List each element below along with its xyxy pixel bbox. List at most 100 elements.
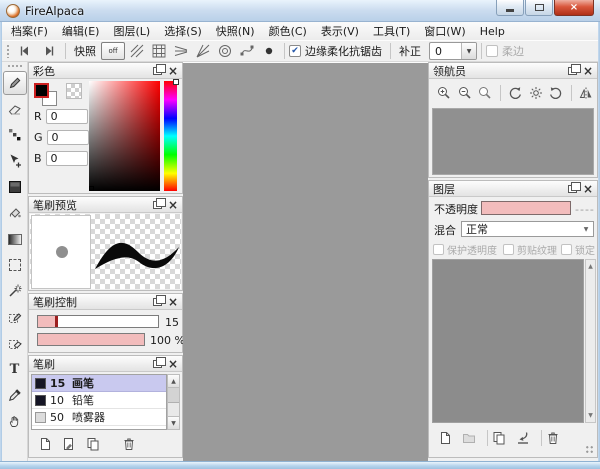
gradient-tool[interactable] — [3, 227, 27, 251]
reset-rotation-button[interactable] — [525, 83, 546, 103]
maximize-button[interactable] — [525, 0, 553, 16]
float-panel-icon[interactable] — [153, 360, 162, 368]
fill-tool[interactable] — [3, 175, 27, 199]
add-folder-button[interactable] — [459, 429, 479, 447]
close-panel-icon[interactable]: × — [168, 65, 178, 77]
delete-brush-button[interactable] — [119, 435, 139, 453]
prev-snapshot-button[interactable] — [13, 42, 37, 60]
next-snapshot-button[interactable] — [37, 42, 61, 60]
scroll-down-icon[interactable]: ▼ — [168, 416, 179, 429]
menu-help[interactable]: Help — [473, 23, 512, 40]
brush-tool[interactable] — [3, 71, 27, 95]
layer-list-scrollbar[interactable]: ▲ ▼ — [585, 259, 596, 423]
menu-edit[interactable]: 编辑(E) — [55, 21, 107, 41]
eraser-tool[interactable] — [3, 97, 27, 121]
menu-file[interactable]: 档案(F) — [4, 21, 55, 41]
snap-vanish-button[interactable] — [171, 42, 191, 60]
snap-circle-button[interactable] — [215, 42, 235, 60]
correction-dropdown[interactable]: 0 ▼ — [429, 42, 477, 60]
clipping-checkbox[interactable] — [503, 244, 514, 255]
snap-radial-button[interactable] — [193, 42, 213, 60]
brush-row-penwuqi[interactable]: 50 喷雾器 — [32, 409, 166, 426]
close-panel-icon[interactable]: × — [583, 65, 593, 77]
saturation-value-picker[interactable] — [89, 81, 160, 191]
close-panel-icon[interactable]: × — [168, 199, 178, 211]
r-input[interactable]: 0 — [46, 109, 88, 124]
brush-row-partial[interactable] — [32, 426, 166, 430]
scroll-up-icon[interactable]: ▲ — [586, 263, 595, 270]
layer-opacity-slider[interactable] — [481, 201, 571, 215]
close-panel-icon[interactable]: × — [168, 358, 178, 370]
layer-list[interactable] — [432, 259, 584, 423]
delete-layer-button[interactable] — [543, 429, 563, 447]
antialias-checkbox[interactable]: ✔ — [289, 45, 301, 57]
rotate-right-button[interactable] — [546, 83, 567, 103]
edit-brush-button[interactable] — [59, 435, 79, 453]
move-tool[interactable] — [3, 149, 27, 173]
menu-view[interactable]: 表示(V) — [314, 21, 366, 41]
float-panel-icon[interactable] — [153, 201, 162, 209]
select-eraser-tool[interactable] — [3, 331, 27, 355]
zoom-out-button[interactable] — [455, 83, 476, 103]
snap-curve-button[interactable] — [237, 42, 257, 60]
close-panel-icon[interactable]: × — [583, 183, 593, 195]
blend-mode-dropdown[interactable]: 正常 ▼ — [461, 221, 594, 237]
toolstrip-grip[interactable] — [7, 64, 23, 68]
toolbar-grip[interactable] — [6, 44, 10, 58]
brush-list-scrollbar[interactable]: ▲ ▼ — [167, 374, 180, 430]
clipping-option[interactable]: 剪贴纹理 — [503, 242, 557, 257]
scroll-up-icon[interactable]: ▲ — [168, 375, 179, 388]
soft-edge-checkbox[interactable] — [486, 45, 498, 57]
close-button[interactable]: × — [554, 0, 594, 16]
g-input[interactable]: 0 — [47, 130, 89, 145]
float-panel-icon[interactable] — [568, 67, 577, 75]
float-panel-icon[interactable] — [153, 67, 162, 75]
navigator-preview[interactable] — [432, 108, 594, 175]
foreground-color-swatch[interactable] — [34, 83, 49, 98]
lock-option[interactable]: 锁定 — [561, 242, 595, 257]
menu-window[interactable]: 窗口(W) — [417, 21, 472, 41]
merge-down-button[interactable] — [513, 429, 533, 447]
dot-tool[interactable] — [3, 123, 27, 147]
protect-alpha-checkbox[interactable] — [433, 244, 444, 255]
title-bar[interactable]: FireAlpaca × — [0, 0, 600, 22]
b-input[interactable]: 0 — [46, 151, 88, 166]
brush-size-handle[interactable] — [55, 316, 58, 327]
canvas-area[interactable] — [183, 62, 428, 461]
rotate-left-button[interactable] — [505, 83, 526, 103]
snap-parallel-button[interactable] — [127, 42, 147, 60]
menu-color[interactable]: 颜色(C) — [262, 21, 314, 41]
brush-row-qianbi[interactable]: 10 铅笔 — [32, 392, 166, 409]
eyedropper-tool[interactable] — [3, 383, 27, 407]
zoom-in-button[interactable] — [434, 83, 455, 103]
snap-dot-button[interactable] — [259, 42, 279, 60]
add-brush-button[interactable] — [35, 435, 55, 453]
menu-select[interactable]: 选择(S) — [157, 21, 209, 41]
close-panel-icon[interactable]: × — [168, 296, 178, 308]
select-tool[interactable] — [3, 253, 27, 277]
minimize-button[interactable] — [496, 0, 524, 16]
snap-off-button[interactable]: off — [101, 42, 125, 60]
hand-tool[interactable] — [3, 409, 27, 433]
snap-grid-button[interactable] — [149, 42, 169, 60]
menu-layer[interactable]: 图层(L) — [106, 21, 157, 41]
menu-tool[interactable]: 工具(T) — [366, 21, 417, 41]
float-panel-icon[interactable] — [153, 298, 162, 306]
duplicate-layer-button[interactable] — [489, 429, 509, 447]
select-pen-tool[interactable] — [3, 305, 27, 329]
add-layer-button[interactable] — [435, 429, 455, 447]
brush-opacity-slider[interactable] — [37, 333, 145, 346]
brush-size-slider[interactable] — [37, 315, 159, 328]
zoom-reset-button[interactable] — [475, 83, 496, 103]
protect-alpha-option[interactable]: 保护透明度 — [433, 242, 497, 257]
flip-horizontal-button[interactable] — [575, 83, 596, 103]
brush-row-huabi[interactable]: 15 画笔 — [32, 375, 166, 392]
lock-checkbox[interactable] — [561, 244, 572, 255]
panel-resize-grip[interactable] — [585, 445, 594, 454]
magic-wand-tool[interactable] — [3, 279, 27, 303]
duplicate-brush-button[interactable] — [83, 435, 103, 453]
scroll-thumb[interactable] — [168, 388, 179, 403]
text-tool[interactable]: T — [3, 357, 27, 381]
scroll-down-icon[interactable]: ▼ — [586, 412, 595, 419]
float-panel-icon[interactable] — [568, 185, 577, 193]
